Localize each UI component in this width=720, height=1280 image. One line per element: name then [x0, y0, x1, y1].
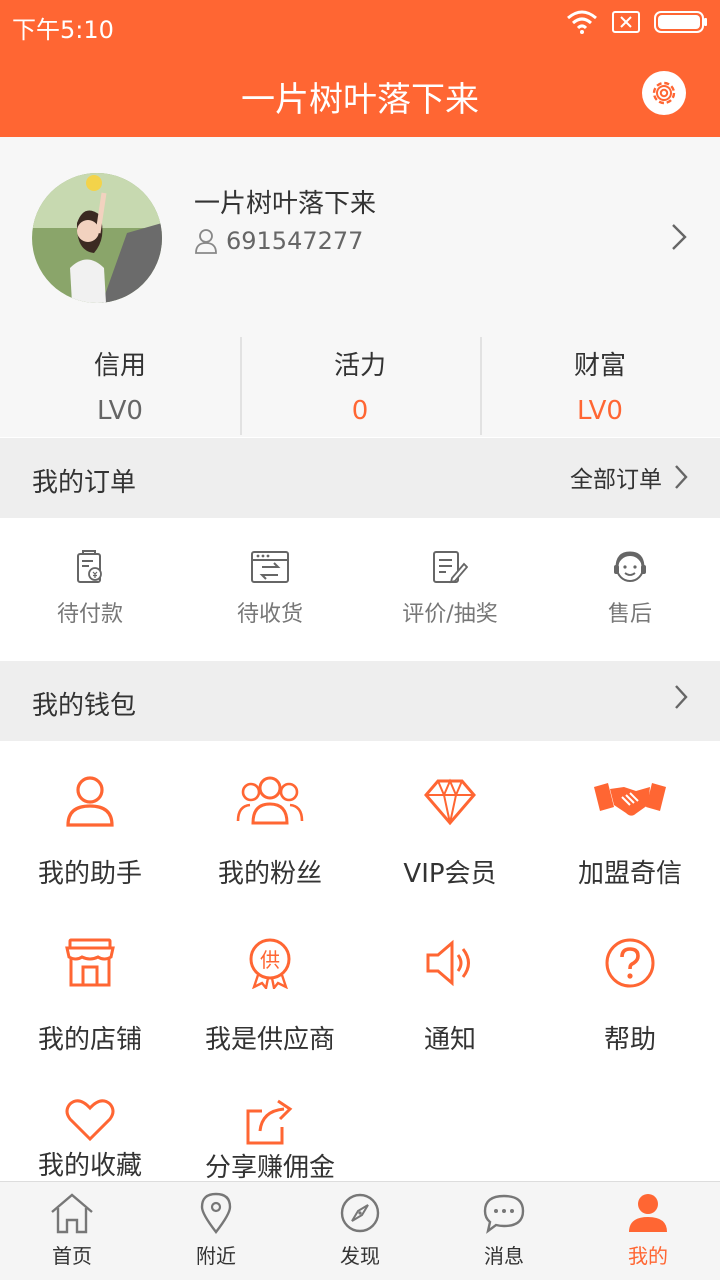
tab-label: 发现: [340, 1244, 380, 1268]
status-bar: 下午5:10: [0, 0, 720, 50]
heart-icon: [65, 1099, 115, 1142]
profile-icon: [629, 1194, 667, 1232]
compass-icon: [340, 1193, 380, 1233]
feature-notice[interactable]: 通知: [360, 937, 540, 1056]
help-icon: [605, 938, 655, 988]
order-item-label: 评价/抽奖: [402, 602, 498, 627]
stat-label: 信用: [93, 351, 146, 381]
user-id-row: 691547277: [194, 227, 363, 255]
stat-label: 财富: [573, 351, 626, 381]
orders-header[interactable]: 我的订单 全部订单: [0, 438, 720, 518]
tab-label: 消息: [484, 1244, 524, 1268]
order-item-label: 待收货: [236, 602, 303, 627]
order-item-label: 售后: [607, 602, 652, 627]
receive-icon: [251, 551, 289, 583]
feature-label: 我的粉丝: [217, 859, 322, 889]
stats-row: 信用 LV0 活力 0 财富 LV0: [0, 337, 720, 437]
diamond-icon: [424, 778, 476, 826]
stat-wealth[interactable]: 财富 LV0: [480, 337, 720, 437]
stat-value: LV0: [97, 396, 143, 426]
order-pending-receipt[interactable]: 待收货: [180, 518, 360, 661]
review-icon: [433, 551, 468, 584]
order-review[interactable]: 评价/抽奖: [360, 518, 540, 661]
tab-profile[interactable]: 我的: [576, 1182, 720, 1280]
person-icon: [66, 776, 114, 827]
feature-label: 加盟奇信: [577, 859, 682, 889]
feature-supplier[interactable]: 供 我是供应商: [180, 937, 360, 1056]
wallet-header[interactable]: 我的钱包: [0, 661, 720, 741]
supplier-badge-icon: 供: [249, 938, 291, 989]
feature-vip[interactable]: VIP会员: [360, 773, 540, 890]
user-id: 691547277: [226, 227, 364, 255]
stat-vitality[interactable]: 活力 0: [240, 337, 480, 437]
location-icon: [200, 1192, 232, 1234]
store-icon: [65, 938, 115, 987]
feature-store[interactable]: 我的店铺: [0, 937, 180, 1056]
tab-label: 我的: [628, 1244, 668, 1268]
svg-text:供: 供: [260, 948, 280, 972]
wallet-chevron: [672, 683, 690, 711]
feature-label: 我的助手: [37, 859, 142, 889]
stat-value: LV0: [577, 396, 623, 426]
tab-messages[interactable]: 消息: [432, 1182, 576, 1280]
tab-discover[interactable]: 发现: [288, 1182, 432, 1280]
feature-label: 帮助: [603, 1025, 656, 1055]
payment-icon: [77, 550, 102, 583]
feature-share[interactable]: 分享赚佣金: [180, 1097, 360, 1184]
status-icons: [566, 10, 708, 34]
profile-section: 一片树叶落下来 691547277 信用 LV0 活力 0 财富 LV0: [0, 137, 720, 437]
order-pending-payment[interactable]: 待付款: [0, 518, 180, 661]
feature-assistant[interactable]: 我的助手: [0, 773, 180, 890]
bottom-tab-bar: 首页 附近 发现 消息 我的: [0, 1181, 720, 1280]
order-item-label: 待付款: [56, 602, 123, 627]
feature-fans[interactable]: 我的粉丝: [180, 773, 360, 890]
gear-icon: [652, 81, 676, 105]
order-after-sales[interactable]: 售后: [540, 518, 720, 661]
orders-title: 我的订单: [32, 468, 137, 498]
home-icon: [51, 1193, 93, 1234]
chevron-right-icon: [675, 465, 688, 489]
no-sim-icon: [612, 11, 640, 33]
all-orders-label: 全部订单: [570, 467, 662, 493]
page-title: 一片树叶落下来: [241, 80, 479, 120]
stat-value: 0: [351, 396, 369, 426]
avatar[interactable]: [32, 173, 162, 303]
all-orders-link[interactable]: 全部订单: [570, 460, 690, 494]
fans-icon: [236, 776, 304, 825]
message-icon: [483, 1194, 525, 1234]
feature-label: VIP会员: [403, 859, 497, 889]
feature-label: 分享赚佣金: [204, 1153, 335, 1183]
feature-grid: 我的助手 我的粉丝 VIP会员 加盟奇信 我的店铺 供 我是供应商 通知 帮助 …: [0, 741, 720, 1184]
handshake-icon: [594, 783, 666, 816]
wallet-title: 我的钱包: [32, 691, 137, 721]
user-outline-icon: [195, 229, 217, 254]
feature-franchise[interactable]: 加盟奇信: [540, 773, 720, 890]
tab-label: 首页: [52, 1244, 92, 1268]
share-icon: [246, 1099, 293, 1145]
battery-icon: [654, 11, 707, 33]
feature-label: 我是供应商: [204, 1025, 335, 1055]
stat-credit[interactable]: 信用 LV0: [0, 337, 240, 437]
service-icon: [614, 551, 646, 582]
feature-label: 通知: [423, 1025, 476, 1055]
feature-label: 我的收藏: [37, 1151, 142, 1181]
settings-button[interactable]: [642, 71, 686, 115]
feature-help[interactable]: 帮助: [540, 937, 720, 1056]
feature-label: 我的店铺: [37, 1025, 142, 1055]
stat-label: 活力: [333, 351, 386, 381]
status-time: 下午5:10: [12, 16, 114, 44]
tab-label: 附近: [196, 1244, 236, 1268]
wifi-icon: [567, 10, 597, 34]
tab-home[interactable]: 首页: [0, 1182, 144, 1280]
profile-name: 一片树叶落下来: [194, 189, 377, 219]
chevron-right-icon[interactable]: [668, 222, 690, 252]
feature-favorites[interactable]: 我的收藏: [0, 1097, 180, 1182]
avatar-image: [32, 173, 162, 303]
tab-nearby[interactable]: 附近: [144, 1182, 288, 1280]
chevron-right-icon: [675, 685, 688, 709]
speaker-icon: [426, 939, 470, 987]
order-status-row: 待付款 待收货 评价/抽奖 售后: [0, 518, 720, 661]
app-header: 下午5:10 一片树叶落下来: [0, 0, 720, 137]
